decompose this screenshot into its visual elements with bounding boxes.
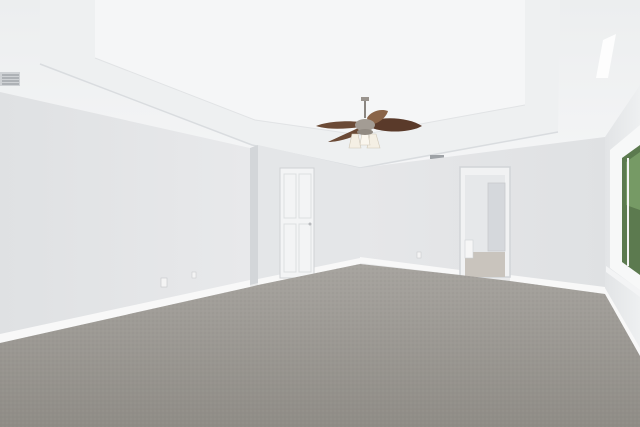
air-vent-icon <box>0 72 20 86</box>
door-knob-icon <box>308 222 312 226</box>
room-illustration <box>0 0 640 427</box>
toilet-icon <box>464 239 474 259</box>
window <box>606 125 640 297</box>
outlet-icon <box>160 277 168 288</box>
room-scene <box>0 0 640 427</box>
closed-door <box>279 167 315 279</box>
open-doorway <box>459 166 511 278</box>
